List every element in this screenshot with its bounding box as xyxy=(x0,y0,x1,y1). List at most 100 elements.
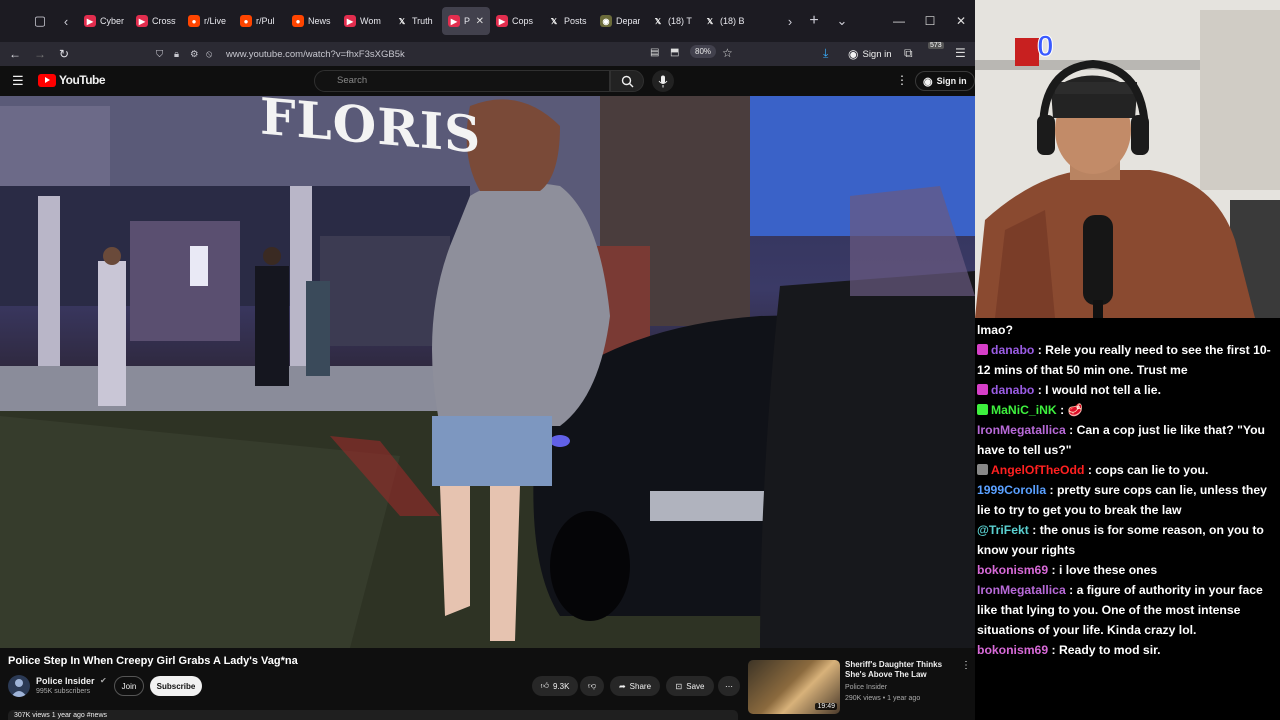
youtube-header: ☰ YouTube Search ⋮ ◉ Sign in xyxy=(0,66,975,96)
browser-tab[interactable]: ▶ Cops xyxy=(490,7,542,35)
browser-tab[interactable]: 𝕏 Posts xyxy=(542,7,594,35)
voice-search-button[interactable] xyxy=(652,70,674,92)
browser-tab[interactable]: 𝕏 Truth xyxy=(390,7,442,35)
tab-label: Truth xyxy=(412,16,433,26)
browser-tab[interactable]: 𝕏 (18) Tr xyxy=(646,7,698,35)
youtube-signin-button[interactable]: ◉ Sign in xyxy=(915,71,975,91)
tab-favicon-icon: 𝕏 xyxy=(396,15,408,27)
channel-name[interactable]: Police Insider xyxy=(36,676,95,686)
share-icon: ➦ xyxy=(618,681,626,691)
dislike-button[interactable]: 👎︎ xyxy=(580,676,604,696)
more-options-icon[interactable]: ⋮ xyxy=(896,73,908,87)
chat-message: danabo : I would not tell a lie. xyxy=(977,380,1278,400)
bookmark-star-icon[interactable]: ☆ xyxy=(722,46,733,60)
browser-tab[interactable]: ▶ Crossf xyxy=(130,7,182,35)
browser-tab[interactable]: ▶ Cyber xyxy=(78,7,130,35)
tab-overview-icon[interactable]: ▢ xyxy=(28,9,52,33)
recommended-video[interactable]: 19:49 Sheriff's Daughter Thinks She's Ab… xyxy=(748,660,971,716)
chat-message: danabo : Rele you really need to see the… xyxy=(977,340,1278,380)
save-label: Save xyxy=(686,681,705,691)
tab-favicon-icon: ● xyxy=(240,15,252,27)
url-text: www.youtube.com/watch?v=fhxF3sXGB5k xyxy=(226,48,405,60)
user-circle-icon: ◉ xyxy=(923,75,933,88)
live-chat: lmao? danabo : Rele you really need to se… xyxy=(975,318,1280,720)
more-actions-button[interactable]: ⋯ xyxy=(718,676,740,696)
chat-username[interactable]: AngelOfTheOdd xyxy=(991,463,1084,477)
channel-avatar[interactable] xyxy=(8,675,30,697)
recommended-more-icon[interactable]: ⋮ xyxy=(961,660,971,671)
tab-label: Wom xyxy=(360,16,381,26)
browser-tab[interactable]: ▶ Wom xyxy=(338,7,390,35)
chat-username[interactable]: IronMegatallica xyxy=(977,423,1066,437)
back-icon[interactable]: ← xyxy=(3,42,27,66)
join-button[interactable]: Join xyxy=(114,676,144,696)
browser-tab[interactable]: 𝕏 (18) B xyxy=(698,7,750,35)
chat-username[interactable]: danabo xyxy=(991,383,1034,397)
chat-text: lmao? xyxy=(977,323,1013,337)
tab-favicon-icon: 𝕏 xyxy=(652,15,664,27)
chat-text: : I would not tell a lie. xyxy=(1034,383,1161,397)
extensions-icon[interactable]: ⧉ xyxy=(904,46,913,61)
chat-username[interactable]: danabo xyxy=(991,343,1034,357)
browser-tab-bar: ▢ ‹ ▶ Cyber ▶ Crossf ● r/Live ● r/Pul ● News ▶ Wom 𝕏… xyxy=(0,0,975,42)
webcam-frame xyxy=(975,0,1280,318)
downloads-icon[interactable]: ⤓ xyxy=(823,46,828,61)
tab-list-icon[interactable]: ⌄ xyxy=(830,9,854,33)
chat-username[interactable]: IronMegatallica xyxy=(977,583,1066,597)
chat-badge-icon xyxy=(977,384,988,395)
browser-tab[interactable]: ◉ Depar xyxy=(594,7,646,35)
browser-tab[interactable]: ● r/Live xyxy=(182,7,234,35)
stream-counter: 0 xyxy=(1037,30,1055,64)
new-tab-icon[interactable]: + xyxy=(802,9,826,33)
tab-favicon-icon: 𝕏 xyxy=(548,15,560,27)
recommended-thumbnail[interactable]: 19:49 xyxy=(748,660,840,714)
screenshot-icon[interactable]: ⬒ xyxy=(670,47,679,58)
browser-tab[interactable]: ● r/Pul xyxy=(234,7,286,35)
recommended-title[interactable]: Sheriff's Daughter Thinks She's Above Th… xyxy=(845,660,955,680)
tab-label: r/Pul xyxy=(256,16,275,26)
search-input[interactable]: Search xyxy=(314,70,610,92)
tab-label: Crossf xyxy=(152,16,176,26)
chat-message: lmao? xyxy=(977,320,1278,340)
youtube-play-icon xyxy=(38,73,56,87)
reload-icon[interactable]: ↻ xyxy=(52,42,76,66)
extension-badge[interactable]: 573 xyxy=(928,42,944,49)
chat-text: : i love these ones xyxy=(1048,563,1158,577)
chat-username[interactable]: bokonism69 xyxy=(977,563,1048,577)
tab-close-icon[interactable]: ✕ xyxy=(476,16,484,27)
tab-scroll-right-icon[interactable]: › xyxy=(778,9,802,33)
video-description-meta[interactable]: 307K views 1 year ago #news xyxy=(8,710,738,720)
maximize-icon[interactable]: ☐ xyxy=(914,0,946,42)
youtube-logo[interactable]: YouTube xyxy=(38,73,106,87)
hamburger-menu-icon[interactable]: ☰ xyxy=(12,73,24,89)
video-player[interactable]: FLORIS xyxy=(0,96,975,648)
account-signin-label: Sign in xyxy=(862,48,892,60)
chat-badge-icon xyxy=(977,344,988,355)
forward-icon[interactable]: → xyxy=(28,42,52,66)
chat-username[interactable]: MaNiC_iNK xyxy=(991,403,1057,417)
chat-username[interactable]: @TriFekt xyxy=(977,523,1029,537)
save-button[interactable]: ⊡ Save xyxy=(666,676,714,696)
video-frame xyxy=(0,96,975,648)
menu-icon[interactable]: ☰ xyxy=(955,46,966,60)
minimize-icon[interactable]: — xyxy=(883,0,915,42)
like-button[interactable]: 👍︎ 9.3K xyxy=(532,676,578,696)
tab-favicon-icon: ▶ xyxy=(496,15,508,27)
account-signin-button[interactable]: ◉ Sign in xyxy=(848,44,892,64)
close-window-icon[interactable]: ✕ xyxy=(945,0,977,42)
chat-message: IronMegatallica : a figure of authority … xyxy=(977,580,1278,640)
bookmark-icon: ⊡ xyxy=(675,681,683,691)
browser-tab[interactable]: ● News xyxy=(286,7,338,35)
search-button[interactable] xyxy=(610,70,644,92)
chat-username[interactable]: bokonism69 xyxy=(977,643,1048,657)
zoom-level[interactable]: 80% xyxy=(690,45,717,58)
lock-icon: 🔒︎ xyxy=(174,48,180,60)
reader-view-icon[interactable]: ▤ xyxy=(650,47,659,58)
share-button[interactable]: ➦ Share xyxy=(610,676,660,696)
browser-nav-bar: ← → ↻ ⛉ 🔒︎ ⚙︎ ⦸ www.youtube.com/watch?v=… xyxy=(0,42,975,66)
browser-tab[interactable]: ▶ Po ✕ xyxy=(442,7,490,35)
subscribe-button[interactable]: Subscribe xyxy=(150,676,202,696)
tab-label: (18) B xyxy=(720,16,744,26)
tab-scroll-left-icon[interactable]: ‹ xyxy=(54,9,78,33)
chat-username[interactable]: 1999Corolla xyxy=(977,483,1046,497)
